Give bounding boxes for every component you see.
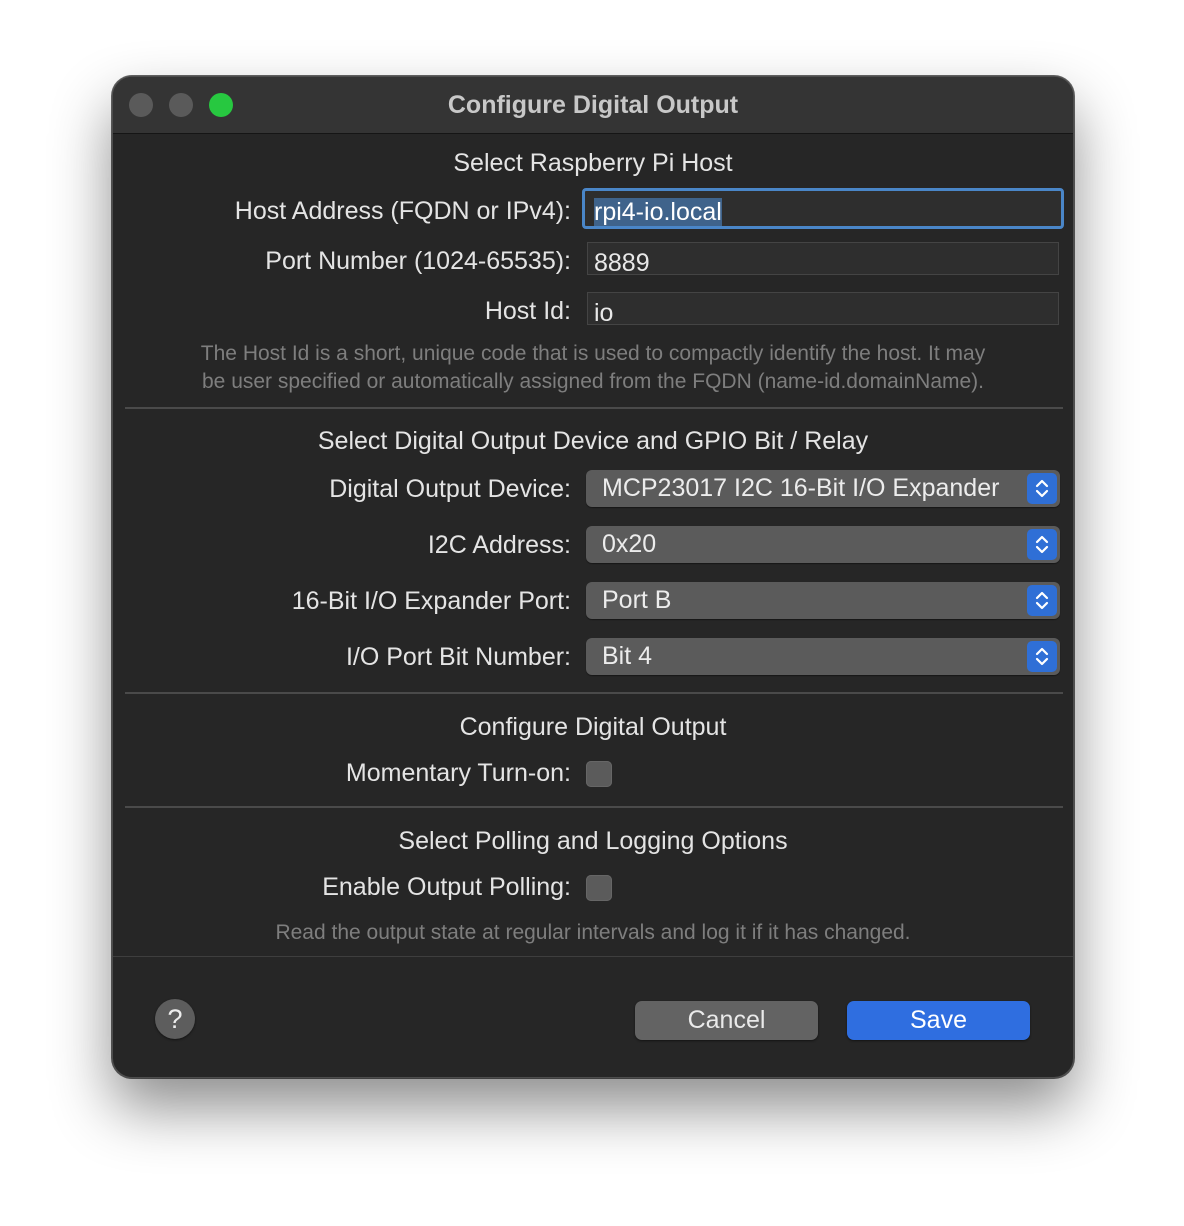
host-id-input[interactable]: io [587,292,1059,325]
dialog-window: Configure Digital Output Select Raspberr… [112,76,1074,1078]
port-bit-label: I/O Port Bit Number: [345,643,571,671]
output-section-title: Configure Digital Output [459,713,727,741]
chevron-updown-icon [1027,473,1057,504]
polling-checkbox[interactable] [586,875,612,901]
expander-port-label: 16-Bit I/O Expander Port: [291,587,571,615]
i2c-address-popup[interactable]: 0x20 [586,526,1060,563]
device-popup-value: MCP23017 I2C 16-Bit I/O Expander [602,474,1000,502]
expander-port-popup-value: Port B [602,586,672,614]
expander-port-popup[interactable]: Port B [586,582,1060,619]
port-number-input[interactable]: 8889 [587,242,1059,275]
port-number-label: Port Number (1024-65535): [265,247,571,275]
host-id-label: Host Id: [484,297,571,325]
save-button[interactable]: Save [847,1001,1030,1040]
title-bar: Configure Digital Output [113,77,1073,134]
host-section-title: Select Raspberry Pi Host [453,149,733,177]
section-divider [125,806,1063,808]
host-address-input[interactable]: rpi4-io.local [582,188,1064,229]
device-section-title: Select Digital Output Device and GPIO Bi… [317,427,869,455]
chevron-updown-icon [1027,585,1057,616]
window-title: Configure Digital Output [447,91,739,119]
section-divider [125,407,1063,409]
device-popup[interactable]: MCP23017 I2C 16-Bit I/O Expander [586,470,1060,507]
cancel-button[interactable]: Cancel [635,1001,818,1040]
footer-divider [113,956,1073,957]
momentary-checkbox[interactable] [586,761,612,787]
section-divider [125,692,1063,694]
i2c-address-label: I2C Address: [427,531,571,559]
host-address-value: rpi4-io.local [594,198,722,226]
help-button[interactable]: ? [155,999,195,1039]
polling-label: Enable Output Polling: [322,873,571,901]
host-address-label: Host Address (FQDN or IPv4): [234,197,571,225]
host-id-hint-line1: The Host Id is a short, unique code that… [200,342,986,365]
i2c-address-popup-value: 0x20 [602,530,657,558]
port-bit-popup[interactable]: Bit 4 [586,638,1060,675]
device-label: Digital Output Device: [329,475,571,503]
polling-section-title: Select Polling and Logging Options [398,827,788,855]
chevron-updown-icon [1027,641,1057,672]
host-id-hint-line2: be user specified or automatically assig… [202,370,984,393]
polling-hint: Read the output state at regular interva… [275,921,911,944]
chevron-updown-icon [1027,529,1057,560]
port-bit-popup-value: Bit 4 [602,642,653,670]
momentary-label: Momentary Turn-on: [345,759,571,787]
